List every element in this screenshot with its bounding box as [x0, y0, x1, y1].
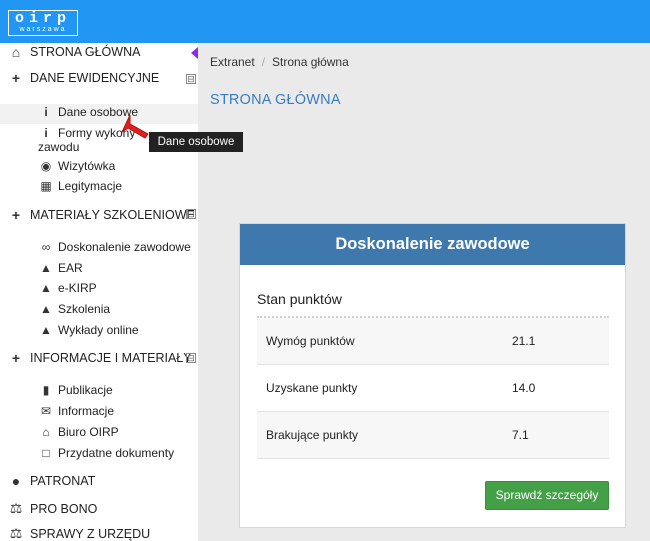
info-icon: i [44, 126, 48, 140]
breadcrumb-root-link[interactable]: Extranet [210, 55, 255, 69]
sidebar-item-label: INFORMACJE I MATERIAŁY [30, 351, 192, 365]
sidebar-item-label: Szkolenia [58, 302, 111, 316]
sidebar-item-informacje[interactable]: ✉ Informacje [38, 404, 198, 418]
card-header: Doskonalenie zawodowe [240, 224, 625, 265]
plus-icon: + [11, 207, 21, 223]
plus-icon: + [11, 70, 21, 86]
table-row: Uzyskane punkty 14.0 [257, 365, 609, 412]
book-icon: ▮ [42, 383, 50, 397]
sidebar-item-wizytowka[interactable]: ◉ Wizytówka [38, 159, 198, 173]
row-value: 21.1 [512, 334, 536, 348]
user-icon: ● [11, 473, 21, 489]
points-table: Wymóg punktów 21.1 Uzyskane punkty 14.0 … [257, 316, 609, 459]
collapse-toggle-icon[interactable]: ⊟ [186, 209, 196, 219]
sidebar-item-biuro-oirp[interactable]: ⌂ Biuro OIRP [38, 425, 198, 439]
info-icon: i [44, 105, 48, 119]
top-bar: oirp warszawa [0, 0, 650, 43]
red-arrow-pointer-icon [120, 114, 149, 139]
sidebar-item-e-kirp[interactable]: ▲ e-KIRP [38, 281, 198, 295]
sidebar-item-publikacje[interactable]: ▮ Publikacje [38, 383, 198, 397]
row-label: Wymóg punktów [266, 334, 355, 348]
envelope-icon: ✉ [40, 404, 52, 418]
sidebar-item-szkolenia[interactable]: ▲ Szkolenia [38, 302, 198, 316]
sidebar-item-ear[interactable]: ▲ EAR [38, 261, 198, 275]
sidebar-item-wyklady-online[interactable]: ▲ Wykłady online [38, 323, 198, 337]
row-value: 14.0 [512, 381, 536, 395]
sidebar: ⌂ STRONA GŁÓWNA + DANE EWIDENCYJNE ⊟ i D… [0, 43, 198, 541]
sidebar-item-materialy-szkoleniowe[interactable]: + MATERIAŁY SZKOLENIOWE [8, 207, 198, 223]
document-icon: □ [42, 446, 50, 460]
breadcrumb: Extranet / Strona główna [210, 55, 349, 69]
sidebar-item-label: Informacje [58, 404, 115, 418]
id-card-icon: ▦ [40, 179, 52, 193]
row-value: 7.1 [512, 428, 529, 442]
sidebar-item-label: Biuro OIRP [58, 425, 119, 439]
table-row: Wymóg punktów 21.1 [257, 318, 609, 365]
sidebar-item-label: Publikacje [58, 383, 113, 397]
sidebar-item-pro-bono[interactable]: ⚖ PRO BONO [8, 500, 198, 517]
globe-icon: ◉ [40, 159, 52, 173]
sidebar-item-strona-glowna[interactable]: ⌂ STRONA GŁÓWNA [8, 44, 198, 60]
professional-development-card: Doskonalenie zawodowe Stan punktów Wymóg… [239, 223, 626, 528]
sidebar-item-label: PRO BONO [30, 501, 98, 516]
graduation-cap-icon: ▲ [40, 323, 52, 337]
sidebar-item-label: e-KIRP [58, 281, 97, 295]
sidebar-item-label: Legitymacje [58, 179, 123, 193]
graduation-cap-icon: ▲ [40, 281, 52, 295]
logo-sub-text: warszawa [19, 26, 67, 33]
sidebar-item-sprawy-z-urzedu[interactable]: ⚖ SPRAWY Z URZĘDU [8, 525, 198, 541]
sidebar-item-label: SPRAWY Z URZĘDU [30, 526, 151, 541]
plus-icon: + [11, 350, 21, 366]
graduation-cap-icon: ▲ [40, 261, 52, 275]
row-label: Uzyskane punkty [266, 381, 358, 395]
scales-icon: ⚖ [9, 500, 23, 516]
sidebar-item-doskonalenie-zawodowe[interactable]: ∞ Doskonalenie zawodowe [38, 240, 198, 254]
main-content: Extranet / Strona główna STRONA GŁÓWNA Dos… [198, 43, 650, 541]
oirp-logo[interactable]: oirp warszawa [8, 10, 78, 36]
breadcrumb-current: Strona główna [272, 55, 349, 69]
link-icon: ∞ [41, 240, 51, 254]
sidebar-item-label: Wizytówka [58, 159, 116, 173]
table-row: Brakujące punkty 7.1 [257, 412, 609, 459]
home-icon: ⌂ [11, 44, 21, 60]
row-label: Brakujące punkty [266, 428, 359, 442]
sidebar-item-informacje-i-materialy[interactable]: + INFORMACJE I MATERIAŁY [8, 350, 198, 366]
tooltip: Dane osobowe [149, 132, 243, 152]
sidebar-item-przydatne-dokumenty[interactable]: □ Przydatne dokumenty [38, 446, 198, 460]
sidebar-item-label: MATERIAŁY SZKOLENIOWE [30, 208, 195, 222]
card-subtitle: Stan punktów [257, 291, 342, 307]
sidebar-item-label: DANE EWIDENCYJNE [30, 71, 160, 85]
sidebar-item-label: EAR [58, 261, 83, 275]
scales-icon: ⚖ [9, 525, 23, 541]
sidebar-item-label: Doskonalenie zawodowe [58, 240, 191, 254]
sidebar-item-label: Wykłady online [58, 323, 139, 337]
sidebar-item-patronat[interactable]: ● PATRONAT [8, 473, 198, 489]
sidebar-item-dane-osobowe[interactable]: i Dane osobowe [38, 105, 198, 119]
page-title: STRONA GŁÓWNA [210, 92, 341, 108]
bank-icon: ⌂ [42, 425, 50, 439]
graduation-cap-icon: ▲ [40, 302, 52, 316]
collapse-toggle-icon[interactable]: ⊟ [186, 74, 196, 84]
breadcrumb-separator: / [261, 55, 266, 69]
collapse-toggle-icon[interactable]: ⊟ [186, 353, 196, 363]
logo-main-text: oirp [14, 10, 71, 27]
sidebar-item-legitymacje[interactable]: ▦ Legitymacje [38, 179, 198, 193]
sidebar-item-dane-ewidencyjne[interactable]: + DANE EWIDENCYJNE [8, 70, 198, 86]
sidebar-item-label: STRONA GŁÓWNA [30, 45, 141, 59]
check-details-button[interactable]: Sprawdź szczegóły [485, 481, 609, 510]
sidebar-item-label: PATRONAT [30, 474, 96, 488]
sidebar-item-label: Przydatne dokumenty [58, 446, 175, 460]
label-line-2: zawodu [38, 140, 80, 154]
